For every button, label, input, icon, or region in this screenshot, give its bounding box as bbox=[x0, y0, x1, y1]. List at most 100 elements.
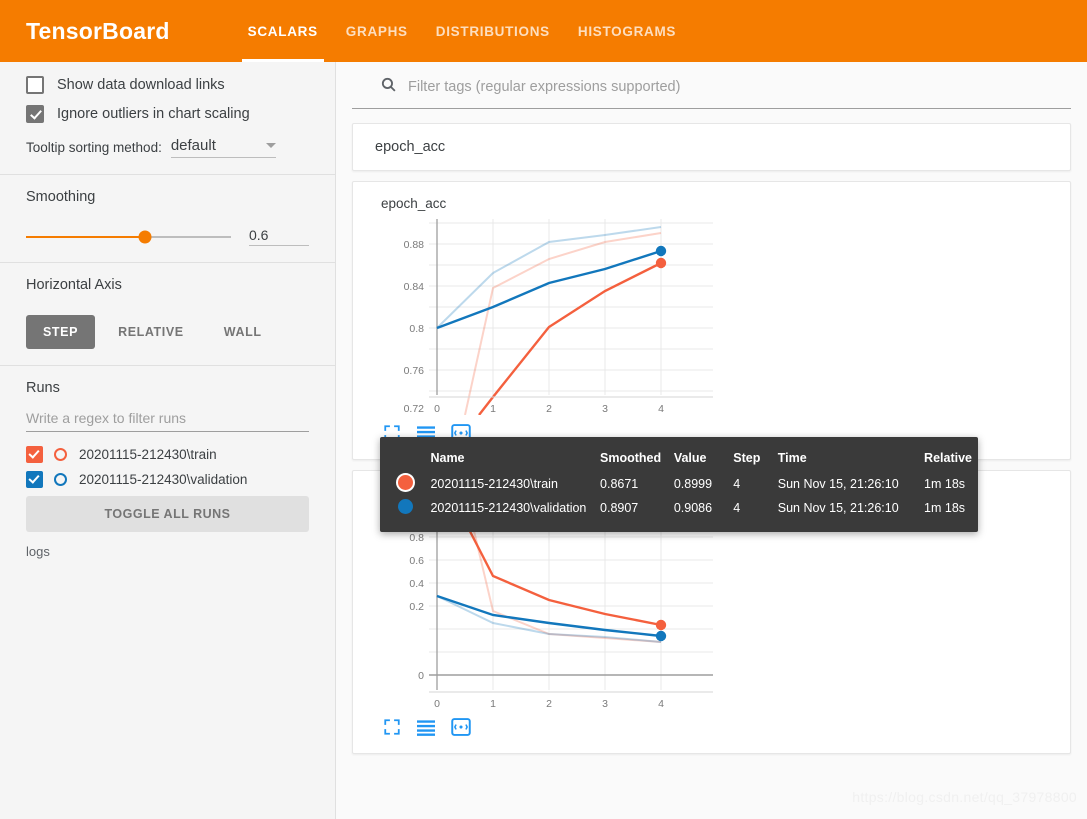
tooltip-row-validation: 20201115-212430\validation 0.8907 0.9086… bbox=[380, 496, 978, 520]
smoothing-slider[interactable] bbox=[26, 230, 231, 243]
tooltip-col-relative: Relative bbox=[924, 451, 972, 465]
tab-scalars[interactable]: SCALARS bbox=[234, 0, 332, 62]
chevron-down-icon bbox=[265, 143, 276, 148]
tooltip-smoothed-validation: 0.8907 bbox=[600, 501, 639, 515]
svg-text:0.76: 0.76 bbox=[404, 365, 425, 377]
show-download-links-label: Show data download links bbox=[57, 77, 225, 93]
svg-text:0.8: 0.8 bbox=[409, 323, 424, 335]
svg-text:0: 0 bbox=[434, 698, 440, 709]
fit-domain-icon[interactable] bbox=[451, 718, 471, 741]
tooltip-step-train: 4 bbox=[733, 477, 741, 491]
axis-option-wall[interactable]: WALL bbox=[207, 315, 279, 349]
tooltip-row-train: 20201115-212430\train 0.8671 0.8999 4 Su… bbox=[380, 472, 978, 496]
smoothing-section: Smoothing 0.6 bbox=[0, 175, 335, 262]
tooltip-col-value: Value bbox=[673, 451, 707, 465]
tooltip-header-row: Name Smoothed Value Step Time Relative bbox=[380, 447, 978, 472]
category-card-epoch-acc[interactable]: epoch_acc bbox=[352, 123, 1071, 171]
svg-text:3: 3 bbox=[602, 698, 608, 709]
ignore-outliers-row[interactable]: Ignore outliers in chart scaling bbox=[26, 105, 309, 123]
run-item-train[interactable]: 20201115-212430\train bbox=[26, 446, 309, 463]
chart-toolbar-epoch-loss bbox=[353, 714, 1070, 753]
axis-option-step[interactable]: STEP bbox=[26, 315, 96, 349]
tooltip-col-step: Step bbox=[733, 451, 761, 465]
tooltip-value-train: 0.8999 bbox=[673, 477, 713, 491]
logs-label: logs bbox=[26, 544, 50, 559]
settings-sidebar: Show data download links Ignore outliers… bbox=[0, 62, 336, 819]
run-name-validation: 20201115-212430\validation bbox=[79, 472, 248, 487]
svg-text:0.6: 0.6 bbox=[409, 555, 424, 567]
tooltip-time-validation: Sun Nov 15, 21:26:10 bbox=[777, 501, 899, 515]
tooltip-sorting-label: Tooltip sorting method: bbox=[26, 140, 162, 155]
show-download-links-checkbox[interactable] bbox=[26, 76, 44, 94]
svg-text:2: 2 bbox=[546, 698, 552, 709]
chart-title-epoch-acc: epoch_acc bbox=[381, 196, 447, 211]
tooltip-sorting-row: Tooltip sorting method: default bbox=[26, 137, 309, 158]
expand-icon[interactable] bbox=[383, 718, 401, 741]
smoothing-value-input[interactable]: 0.6 bbox=[249, 227, 309, 246]
smoothing-slider-fill bbox=[26, 235, 145, 238]
run-color-dot bbox=[398, 499, 413, 514]
run-color-validation bbox=[54, 473, 67, 486]
run-color-train bbox=[54, 448, 67, 461]
svg-text:0: 0 bbox=[418, 670, 424, 682]
app-title: TensorBoard bbox=[26, 17, 170, 44]
svg-text:4: 4 bbox=[658, 403, 664, 415]
show-download-links-row[interactable]: Show data download links bbox=[26, 76, 309, 94]
tooltip-col-dot bbox=[380, 447, 424, 472]
tooltip-relative-train: 1m 18s bbox=[924, 477, 966, 491]
tooltip-step-validation: 4 bbox=[733, 501, 741, 515]
chart-plot-epoch-acc[interactable]: 0.88 0.84 0.8 0.76 0.72 0 1 2 3 4 bbox=[353, 211, 1070, 420]
tooltip-time-train: Sun Nov 15, 21:26:10 bbox=[777, 477, 899, 491]
run-name-train: 20201115-212430\train bbox=[79, 447, 217, 462]
tag-filter-bar[interactable]: Filter tags (regular expressions support… bbox=[352, 62, 1071, 109]
tooltip-name-train: 20201115-212430\train bbox=[430, 477, 558, 491]
run-item-validation[interactable]: 20201115-212430\validation bbox=[26, 471, 309, 488]
svg-text:0.8: 0.8 bbox=[409, 532, 424, 544]
tooltip-sorting-select[interactable]: default bbox=[170, 137, 276, 158]
chart-plot-epoch-loss[interactable]: 0.8 0.6 0.4 0.2 0 0 1 2 3 4 bbox=[353, 500, 1070, 714]
tab-histograms[interactable]: HISTOGRAMS bbox=[564, 0, 690, 62]
category-header-label[interactable]: epoch_acc bbox=[353, 124, 1070, 170]
tag-filter-input[interactable]: Filter tags (regular expressions support… bbox=[408, 79, 680, 95]
chart-tooltip: Name Smoothed Value Step Time Relative 2… bbox=[380, 437, 978, 532]
tooltip-col-name: Name bbox=[430, 451, 465, 465]
smoothing-row: 0.6 bbox=[26, 227, 309, 246]
main-tabs: SCALARS GRAPHS DISTRIBUTIONS HISTOGRAMS bbox=[234, 0, 691, 62]
tooltip-name-validation: 20201115-212430\validation bbox=[430, 501, 587, 515]
run-checkbox-train[interactable] bbox=[26, 446, 43, 463]
tooltip-value-validation: 0.9086 bbox=[673, 501, 713, 515]
svg-text:0.84: 0.84 bbox=[404, 281, 425, 293]
smoothing-title: Smoothing bbox=[26, 189, 96, 205]
charts-container: epoch_acc epoch_acc 0.88 0.84 0.8 0.76 0… bbox=[336, 109, 1087, 754]
horizontal-axis-options: STEP RELATIVE WALL bbox=[26, 315, 309, 349]
runs-filter-input[interactable]: Write a regex to filter runs bbox=[26, 410, 309, 432]
svg-text:0: 0 bbox=[434, 403, 440, 415]
tab-graphs[interactable]: GRAPHS bbox=[332, 0, 422, 62]
smoothing-slider-knob[interactable] bbox=[138, 230, 152, 243]
horizontal-axis-title: Horizontal Axis bbox=[26, 277, 122, 293]
tooltip-table: Name Smoothed Value Step Time Relative 2… bbox=[380, 447, 978, 520]
runs-title: Runs bbox=[26, 380, 60, 396]
svg-text:1: 1 bbox=[490, 403, 496, 415]
toggle-all-runs-button[interactable]: TOGGLE ALL RUNS bbox=[26, 496, 309, 532]
run-checkbox-validation[interactable] bbox=[26, 471, 43, 488]
svg-text:0.2: 0.2 bbox=[409, 601, 424, 613]
tooltip-col-smoothed: Smoothed bbox=[600, 451, 662, 465]
svg-text:0.72: 0.72 bbox=[404, 403, 425, 415]
svg-text:0.88: 0.88 bbox=[404, 239, 425, 251]
display-options-section: Show data download links Ignore outliers… bbox=[0, 62, 335, 174]
tooltip-dot-validation bbox=[380, 496, 424, 520]
svg-text:1: 1 bbox=[490, 698, 496, 709]
tooltip-smoothed-train: 0.8671 bbox=[600, 477, 639, 491]
horizontal-axis-section: Horizontal Axis STEP RELATIVE WALL bbox=[0, 263, 335, 365]
tooltip-relative-validation: 1m 18s bbox=[924, 501, 966, 515]
axis-option-relative[interactable]: RELATIVE bbox=[101, 315, 201, 349]
watermark: https://blog.csdn.net/qq_37978800 bbox=[852, 789, 1077, 805]
search-icon bbox=[380, 76, 398, 98]
tab-distributions[interactable]: DISTRIBUTIONS bbox=[422, 0, 564, 62]
svg-text:2: 2 bbox=[546, 403, 552, 415]
svg-text:3: 3 bbox=[602, 403, 608, 415]
ignore-outliers-checkbox[interactable] bbox=[26, 105, 44, 123]
data-table-icon[interactable] bbox=[415, 718, 437, 741]
svg-text:4: 4 bbox=[658, 698, 664, 709]
